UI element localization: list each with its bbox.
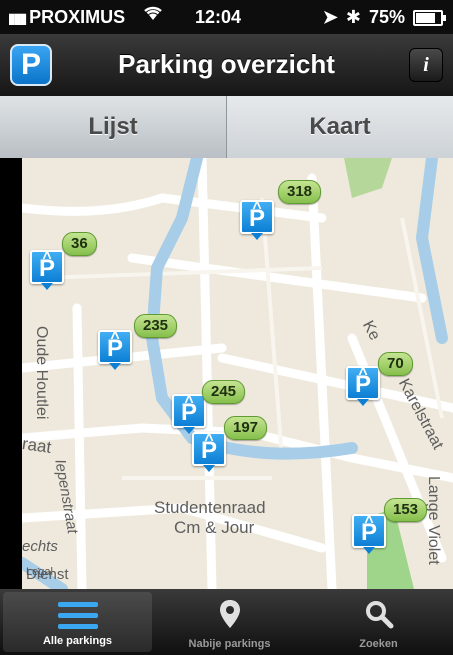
availability-badge[interactable]: 318 bbox=[278, 180, 322, 204]
parking-pin-icon: P bbox=[98, 322, 132, 364]
info-button[interactable]: i bbox=[409, 48, 443, 82]
bluetooth-icon: ✱ bbox=[345, 7, 361, 27]
navigation-bar: P Parking overzicht i bbox=[0, 34, 453, 97]
availability-badge[interactable]: 197 bbox=[224, 416, 268, 440]
parking-marker[interactable]: P bbox=[98, 322, 132, 370]
search-icon bbox=[364, 599, 394, 632]
location-pin-icon bbox=[218, 599, 242, 632]
street-label: Lange Violet bbox=[425, 476, 442, 565]
parking-marker[interactable]: P bbox=[240, 192, 274, 240]
parking-pin-icon: P bbox=[192, 424, 226, 466]
segment-list[interactable]: Lijst bbox=[0, 96, 227, 158]
status-bar: ▮▮▮ PROXIMUS 12:04 ➤ ✱ 75% bbox=[0, 0, 453, 34]
tab-label: Alle parkings bbox=[42, 635, 113, 647]
tab-bar: Alle parkings Nabije parkings Zoeken bbox=[0, 589, 453, 655]
availability-badge[interactable]: 70 bbox=[378, 352, 413, 376]
battery-percent: 75% bbox=[368, 7, 405, 27]
page-title: Parking overzicht bbox=[118, 49, 335, 79]
availability-badge[interactable]: 245 bbox=[202, 380, 246, 404]
street-label: echts bbox=[22, 538, 58, 555]
place-label: Cm & Jour bbox=[174, 518, 255, 537]
tab-nabije-parkings[interactable]: Nabije parkings bbox=[155, 589, 304, 655]
parking-pin-icon: P bbox=[172, 386, 206, 428]
parking-pin-icon: P bbox=[240, 192, 274, 234]
street-label: raat bbox=[22, 434, 53, 457]
parking-pin-icon: P bbox=[30, 242, 64, 284]
battery-icon bbox=[413, 9, 446, 26]
availability-badge[interactable]: 153 bbox=[384, 498, 428, 522]
parking-marker[interactable]: P bbox=[192, 424, 226, 472]
parking-pin-icon: P bbox=[352, 506, 386, 548]
segment-map[interactable]: Kaart bbox=[227, 96, 453, 158]
place-label: Studentenraad bbox=[154, 498, 266, 517]
location-arrow-icon: ➤ bbox=[322, 7, 338, 27]
parking-pin-icon: P bbox=[346, 358, 380, 400]
parking-marker[interactable]: P bbox=[346, 358, 380, 406]
tab-zoeken[interactable]: Zoeken bbox=[304, 589, 453, 655]
availability-badge[interactable]: 235 bbox=[134, 314, 178, 338]
parking-marker[interactable]: P bbox=[352, 506, 386, 554]
street-label: Oude Houtlei bbox=[33, 326, 50, 420]
legal-link[interactable]: Legal bbox=[26, 566, 53, 578]
tab-label: Zoeken bbox=[359, 638, 398, 650]
map-view[interactable]: Oude Houtlei raat Iepenstraat Studentenr… bbox=[22, 158, 453, 589]
wifi-icon bbox=[142, 4, 164, 28]
availability-badge[interactable]: 36 bbox=[62, 232, 97, 256]
signal-bars-icon: ▮▮▮ bbox=[8, 10, 27, 26]
tab-label: Nabije parkings bbox=[188, 638, 271, 650]
carrier: ▮▮▮ PROXIMUS bbox=[8, 7, 126, 27]
parking-marker[interactable]: P bbox=[30, 242, 64, 290]
clock: 12:04 bbox=[195, 7, 242, 27]
tab-alle-parkings[interactable]: Alle parkings bbox=[3, 592, 152, 652]
view-segmented-control: Lijst Kaart bbox=[0, 96, 453, 158]
list-icon bbox=[57, 602, 98, 635]
